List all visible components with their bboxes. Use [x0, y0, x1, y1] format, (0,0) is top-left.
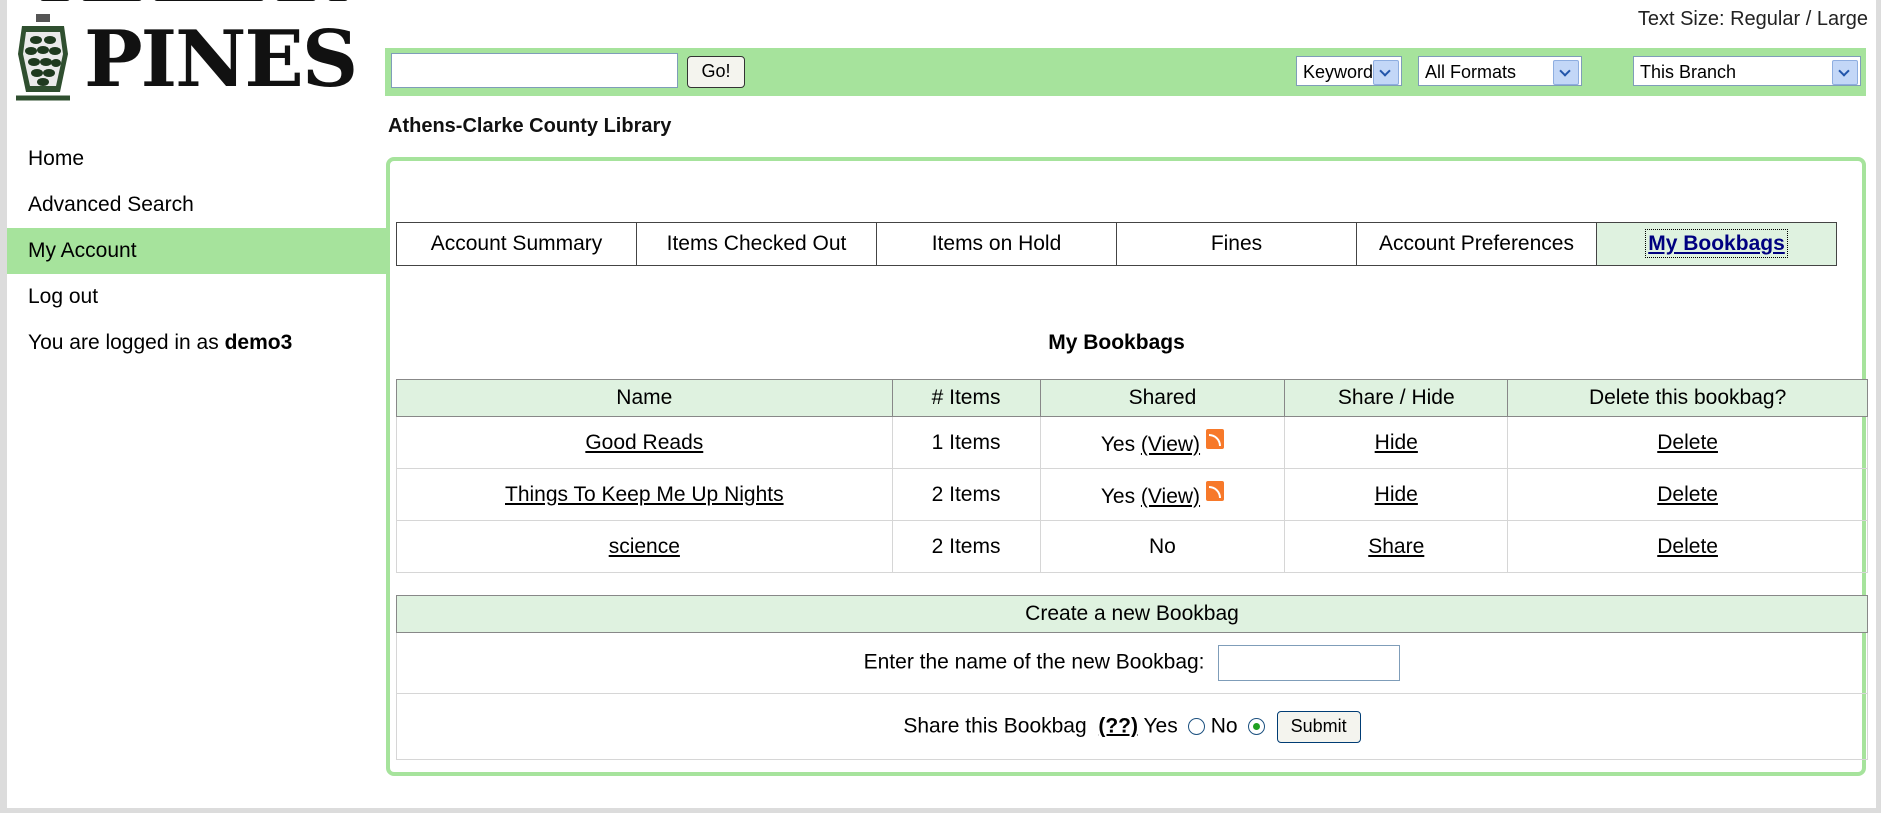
branch-name: Athens-Clarke County Library — [388, 115, 672, 137]
search-type-value: Keyword — [1303, 62, 1374, 82]
col-header-shared: Shared — [1039, 379, 1286, 417]
create-bookbag-form: Create a new Bookbag Enter the name of t… — [396, 595, 1868, 760]
go-button[interactable]: Go! — [687, 56, 745, 88]
share-link[interactable]: Share — [1368, 535, 1424, 558]
window-frame-bottom — [0, 808, 1881, 813]
tab-items-checked-out[interactable]: Items Checked Out — [637, 223, 877, 265]
table-row: Things To Keep Me Up Nights 2 Items Yes … — [396, 468, 1868, 521]
hide-link[interactable]: Hide — [1375, 483, 1418, 506]
share-help-link[interactable]: (??) — [1098, 714, 1138, 737]
shared-status: Yes — [1100, 484, 1136, 508]
table-header-row: Name # Items Shared Share / Hide Delete … — [396, 379, 1868, 417]
sidebar-item-home[interactable]: Home — [7, 136, 387, 182]
text-size-separator: / — [1805, 8, 1812, 30]
share-row: Share this Bookbag (??) Yes No Submit — [396, 693, 1868, 760]
search-bar: Go! Keyword All Formats This Branch — [385, 48, 1866, 96]
scope-select[interactable]: This Branch — [1633, 56, 1861, 86]
name-row: Enter the name of the new Bookbag: — [396, 632, 1868, 694]
text-size-label: Text Size: — [1637, 8, 1725, 30]
view-link[interactable]: (View) — [1141, 485, 1200, 508]
bookbag-item-count: 2 Items — [891, 468, 1041, 521]
share-no-radio[interactable] — [1247, 718, 1265, 735]
rss-feed-icon[interactable] — [1206, 480, 1225, 501]
logo-text: PINES — [84, 14, 358, 105]
share-yes-label: Yes — [1143, 714, 1178, 738]
sidebar-item-log-out[interactable]: Log out — [7, 274, 387, 320]
sidebar-nav: Home Advanced Search My Account Log out … — [7, 136, 387, 366]
new-bookbag-name-label: Enter the name of the new Bookbag: — [863, 650, 1205, 674]
logged-in-prefix: You are logged in as — [28, 331, 219, 354]
pines-logo[interactable]: PINES — [14, 10, 358, 110]
rss-feed-icon[interactable] — [1206, 428, 1225, 449]
create-bookbag-header: Create a new Bookbag — [396, 595, 1868, 633]
share-bookbag-label: Share this Bookbag — [903, 714, 1087, 738]
view-link[interactable]: (View) — [1141, 433, 1200, 456]
window-frame-right — [1876, 0, 1881, 813]
col-header-name: Name — [396, 379, 893, 417]
col-header-share-hide: Share / Hide — [1284, 379, 1509, 417]
sidebar-item-my-account[interactable]: My Account — [7, 228, 387, 274]
delete-link[interactable]: Delete — [1657, 483, 1718, 506]
bookbag-name-link[interactable]: science — [609, 535, 680, 558]
tab-label: Items Checked Out — [666, 232, 847, 255]
account-tabs: Account Summary Items Checked Out Items … — [396, 222, 1837, 266]
tab-fines[interactable]: Fines — [1117, 223, 1357, 265]
bookbag-shared-cell: No — [1039, 520, 1286, 573]
tab-account-summary[interactable]: Account Summary — [397, 223, 637, 265]
bookbag-item-count: 1 Items — [891, 416, 1041, 469]
format-value: All Formats — [1425, 62, 1517, 82]
shared-status: No — [1149, 534, 1176, 558]
bookbag-shared-cell: Yes (View) — [1039, 416, 1286, 469]
delete-link[interactable]: Delete — [1657, 431, 1718, 454]
new-bookbag-name-input[interactable] — [1218, 645, 1401, 681]
window-frame-left — [0, 0, 7, 813]
tab-my-bookbags[interactable]: My Bookbags — [1597, 223, 1836, 265]
shared-status: Yes — [1100, 432, 1136, 456]
tab-label: Items on Hold — [931, 232, 1062, 255]
clipped-header-text — [40, 0, 460, 4]
col-header-delete: Delete this bookbag? — [1507, 379, 1868, 417]
text-size-large[interactable]: Large — [1817, 8, 1868, 30]
format-select[interactable]: All Formats — [1418, 56, 1582, 86]
share-no-label: No — [1210, 714, 1238, 738]
chevron-down-icon — [1832, 60, 1858, 85]
tab-label: Account Summary — [430, 232, 603, 255]
logged-in-username: demo3 — [224, 331, 293, 354]
pinecone-icon — [16, 14, 70, 101]
submit-button[interactable]: Submit — [1276, 710, 1361, 743]
tab-label: Fines — [1210, 232, 1263, 255]
chevron-down-icon — [1373, 60, 1399, 85]
bookbags-table: Name # Items Shared Share / Hide Delete … — [396, 379, 1868, 573]
chevron-down-icon — [1553, 60, 1579, 85]
tab-items-on-hold[interactable]: Items on Hold — [877, 223, 1117, 265]
tab-label: Account Preferences — [1379, 232, 1574, 255]
sidebar-item-advanced-search[interactable]: Advanced Search — [7, 182, 387, 228]
hide-link[interactable]: Hide — [1375, 431, 1418, 454]
search-type-select[interactable]: Keyword — [1296, 56, 1402, 86]
text-size-regular[interactable]: Regular — [1730, 8, 1800, 30]
bookbag-name-link[interactable]: Good Reads — [585, 431, 703, 454]
bookbag-shared-cell: Yes (View) — [1039, 468, 1286, 521]
table-row: Good Reads 1 Items Yes (View) Hide Delet… — [396, 416, 1868, 469]
table-row: science 2 Items No Share Delete — [396, 520, 1868, 573]
tab-account-preferences[interactable]: Account Preferences — [1357, 223, 1597, 265]
bookbag-name-link[interactable]: Things To Keep Me Up Nights — [505, 483, 784, 506]
scope-value: This Branch — [1640, 62, 1737, 82]
tab-label: My Bookbags — [1645, 229, 1788, 258]
bookbag-item-count: 2 Items — [891, 520, 1041, 573]
share-yes-radio[interactable] — [1187, 718, 1205, 735]
logged-in-status: You are logged in as demo3 — [7, 320, 387, 366]
search-input[interactable] — [391, 53, 678, 88]
delete-link[interactable]: Delete — [1657, 535, 1718, 558]
col-header-items: # Items — [891, 379, 1041, 417]
bookbags-title: My Bookbags — [1048, 331, 1185, 354]
text-size-control: Text Size: Regular / Large — [1638, 8, 1868, 31]
